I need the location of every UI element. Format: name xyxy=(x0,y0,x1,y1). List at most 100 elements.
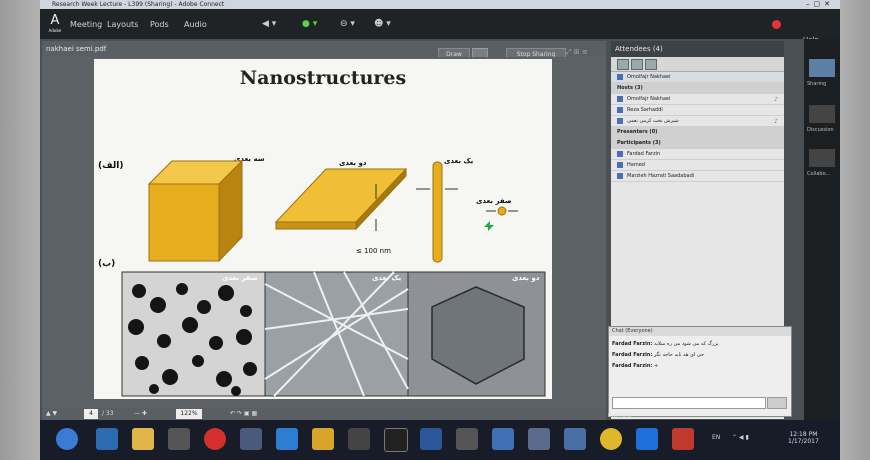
green-arrow-icon xyxy=(484,221,494,231)
rotate-icon[interactable]: ↶ ↷ ▣ ▦ xyxy=(230,409,257,419)
layouts-rail: Sharing Discussion Collabo... xyxy=(804,39,840,420)
chat-pod: Chat (Everyone) Fardad Farzin: بزرگ که م… xyxy=(608,326,792,417)
host-row[interactable]: Omolfajr Nakhaei ♪ xyxy=(611,94,784,105)
nanostructure-diagram xyxy=(121,159,546,397)
app-icon[interactable] xyxy=(528,428,550,450)
window-titlebar: Research Week Lecture - L399 (Sharing) -… xyxy=(40,0,840,9)
opera-icon[interactable] xyxy=(204,428,226,450)
start-button-icon[interactable] xyxy=(56,428,78,450)
attendees-toolbar xyxy=(611,57,784,72)
attendee-me[interactable]: Omolfajr Nakhaei xyxy=(611,72,784,83)
chat-header: Chat (Everyone) xyxy=(609,327,791,336)
layout-discussion[interactable]: Discussion xyxy=(807,127,834,133)
particle xyxy=(497,206,507,216)
participant-row[interactable]: Marzieh Hazrati Saadabadi xyxy=(611,171,784,182)
layout-sharing[interactable]: Sharing xyxy=(807,81,826,87)
chat-message: Fardad Farzin: حی ای هه تایه حاجه نگر xyxy=(612,352,705,358)
menu-meeting[interactable]: Meeting xyxy=(70,20,102,29)
layout-discussion-icon[interactable] xyxy=(809,105,835,123)
app-icon[interactable] xyxy=(636,428,658,450)
app-icon[interactable] xyxy=(492,428,514,450)
presenters-group[interactable]: Presenters (0) xyxy=(611,127,784,138)
attendees-header: Attendees (4) xyxy=(611,41,784,57)
webcam-icon[interactable]: ⊖ ▾ xyxy=(340,19,355,29)
tem-label-0d: صفر بعدی xyxy=(222,274,258,282)
chat-input[interactable] xyxy=(612,397,766,409)
calculator-icon[interactable] xyxy=(456,428,478,450)
tray-icons[interactable]: ⌃ ◀ ▮ xyxy=(732,434,749,441)
user-icon xyxy=(617,73,623,80)
chat-message: Fardad Farzin: بزرگ که می شود می ره سلای… xyxy=(612,341,719,347)
layout-collaboration[interactable]: Collabo... xyxy=(807,171,830,177)
user-icon xyxy=(617,95,623,102)
app-icon[interactable] xyxy=(348,428,370,450)
participants-group[interactable]: Participants (3) xyxy=(611,138,784,149)
fullscreen-icon[interactable]: ⤢ ⊞ ≡ xyxy=(566,48,588,57)
recording-indicator-icon[interactable] xyxy=(772,20,781,29)
menu-layouts[interactable]: Layouts xyxy=(107,20,138,29)
share-filename: nakhaei semi.pdf xyxy=(46,45,107,53)
zoom-select[interactable]: 122% xyxy=(176,409,202,419)
host-row[interactable]: Reza Sarhaddi xyxy=(611,105,784,116)
attendees-count: (4) xyxy=(652,45,663,53)
mic-icon: ♪ xyxy=(774,96,778,103)
status-view-icon[interactable] xyxy=(645,59,657,70)
word-icon[interactable] xyxy=(420,428,442,450)
window-title: Research Week Lecture - L399 (Sharing) -… xyxy=(52,1,225,8)
terminal-icon[interactable] xyxy=(384,428,408,452)
meeting-content: nakhaei semi.pdf Draw Stop Sharing ⤢ ⊞ ≡… xyxy=(40,39,810,421)
mic-icon: ♪ xyxy=(774,118,778,125)
chat-message: Fardad Farzin: + xyxy=(612,363,659,369)
adobe-logo-icon: A Adobe xyxy=(48,13,62,33)
user-icon xyxy=(617,117,623,124)
tem-label-2d: دو بعدی xyxy=(512,274,540,282)
player-icon[interactable] xyxy=(240,428,262,450)
send-message-icon[interactable] xyxy=(767,397,787,409)
speaker-icon[interactable]: ◀ ▾ xyxy=(262,19,276,29)
photos-icon[interactable] xyxy=(312,428,334,450)
page-input[interactable]: 4 xyxy=(84,409,98,419)
rod xyxy=(432,161,443,263)
participant-row[interactable]: Fardad Farzin xyxy=(611,149,784,160)
user-icon xyxy=(617,161,623,168)
prev-page-icon[interactable]: ▲ ▼ xyxy=(46,409,57,419)
chat-recipient[interactable]: Everyone xyxy=(608,413,632,419)
page-total: / 33 xyxy=(102,410,114,417)
media-icon[interactable] xyxy=(168,428,190,450)
slide: Nanostructures (الف) (ب) سه بعدی دو بعدی… xyxy=(94,59,552,399)
tem-label-1d: یک بعدی xyxy=(372,274,402,282)
chrome-icon[interactable] xyxy=(600,428,622,450)
layout-sharing-icon[interactable] xyxy=(809,59,835,77)
zoom-out-icon[interactable]: — ✚ xyxy=(134,409,147,419)
app-icon[interactable] xyxy=(564,428,586,450)
host-row[interactable]: شیرش نخت کرمی تعمی ♪ xyxy=(611,116,784,127)
layout-collaboration-icon[interactable] xyxy=(809,149,835,167)
user-icon xyxy=(617,172,623,179)
ie-icon[interactable] xyxy=(96,428,118,450)
slide-navigation: ▲ ▼ 4 / 33 — ✚ 122% ↶ ↷ ▣ ▦ xyxy=(42,407,606,421)
slide-viewer: Nanostructures (الف) (ب) سه بعدی دو بعدی… xyxy=(42,57,606,407)
plate-front xyxy=(275,221,357,230)
monitor-bezel: Research Week Lecture - L399 (Sharing) -… xyxy=(0,0,870,460)
microphone-icon[interactable]: ● ▾ xyxy=(302,19,317,29)
app-icon[interactable] xyxy=(276,428,298,450)
attendees-title: Attendees xyxy=(615,45,651,53)
user-icon xyxy=(617,106,623,113)
list-view-icon[interactable] xyxy=(617,59,629,70)
grid-view-icon[interactable] xyxy=(631,59,643,70)
menu-bar: A Adobe Meeting Layouts Pods Audio ◀ ▾ ● … xyxy=(40,9,840,44)
user-icon xyxy=(617,150,623,157)
adobe-connect-icon[interactable] xyxy=(672,428,694,450)
clock[interactable]: 12:18 PM 1/17/2017 xyxy=(788,431,819,445)
hosts-group[interactable]: Hosts (3) xyxy=(611,83,784,94)
windows-taskbar: EN ⌃ ◀ ▮ 12:18 PM 1/17/2017 xyxy=(40,420,840,460)
menu-pods[interactable]: Pods xyxy=(150,20,169,29)
folder-icon[interactable] xyxy=(132,428,154,450)
window-controls[interactable]: –▢✕ xyxy=(806,0,834,9)
menu-audio[interactable]: Audio xyxy=(184,20,207,29)
screen: Research Week Lecture - L399 (Sharing) -… xyxy=(40,0,840,460)
raise-hand-icon[interactable]: ☻ ▾ xyxy=(374,19,391,29)
language-indicator[interactable]: EN xyxy=(712,434,720,441)
cube-front xyxy=(148,183,220,262)
participant-row[interactable]: Hamed xyxy=(611,160,784,171)
